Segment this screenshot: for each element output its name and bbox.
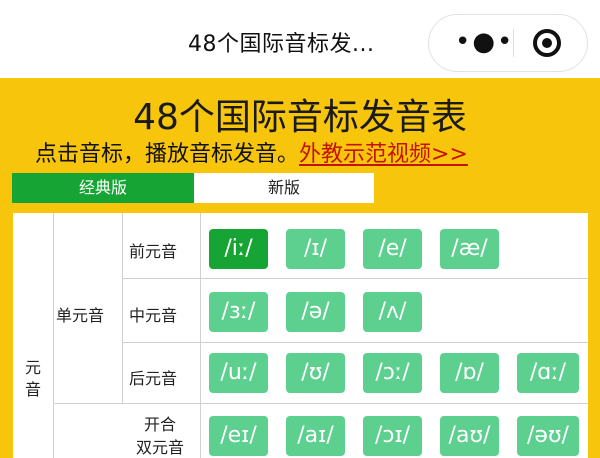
mini-program-navbar: 48个国际音标发... •●•: [0, 0, 600, 78]
grid-line: [122, 342, 588, 343]
phoneme-button[interactable]: /əʊ/: [517, 416, 579, 456]
more-dots-icon[interactable]: •●•: [455, 29, 512, 57]
phoneme-button[interactable]: /aʊ/: [440, 416, 499, 456]
phoneme-button[interactable]: /ɑː/: [517, 353, 579, 393]
video-link[interactable]: 外教示范视频>>: [299, 142, 468, 167]
grid-line: [122, 213, 123, 403]
phoneme-button[interactable]: /ə/: [286, 292, 345, 332]
row-label-central: 中元音: [129, 306, 178, 325]
phoneme-button[interactable]: /uː/: [209, 353, 268, 393]
category-vowel-bottom: 音: [25, 380, 42, 399]
row-label-diphthong-2: 双元音: [136, 438, 185, 457]
tab-new[interactable]: 新版: [194, 173, 374, 203]
grid-line: [53, 403, 588, 404]
phoneme-button[interactable]: /æ/: [440, 229, 499, 269]
phoneme-button[interactable]: /e/: [363, 229, 422, 269]
phonetic-table: 元 音 单元音 前元音 中元音 后元音 开合 双元音 /iː/ /ɪ/ /e/ …: [13, 213, 588, 458]
row-label-diphthong-1: 开合: [144, 415, 177, 434]
page-title: 48个国际音标发...: [188, 32, 375, 57]
phoneme-button[interactable]: /ɔɪ/: [363, 416, 422, 456]
category-vowel-top: 元: [25, 358, 42, 377]
instruction-line: 点击音标，播放音标发音。外教示范视频>>: [35, 136, 468, 168]
instruction-text: 点击音标，播放音标发音。: [35, 142, 300, 167]
grid-line: [200, 213, 201, 458]
capsule-menu: •●•: [428, 14, 588, 72]
tab-classic[interactable]: 经典版: [12, 173, 194, 203]
target-icon[interactable]: [533, 29, 561, 57]
phoneme-button[interactable]: /ɪ/: [286, 229, 345, 269]
phoneme-button[interactable]: /ʊ/: [286, 353, 345, 393]
subcategory-monophthong: 单元音: [56, 306, 105, 325]
grid-line: [122, 278, 588, 279]
phoneme-button[interactable]: /ɜː/: [209, 292, 268, 332]
phoneme-button[interactable]: /aɪ/: [286, 416, 345, 456]
phoneme-button[interactable]: /ɔː/: [363, 353, 422, 393]
phoneme-button[interactable]: /eɪ/: [209, 416, 268, 456]
row-label-back: 后元音: [129, 369, 178, 388]
phoneme-button[interactable]: /iː/: [209, 229, 268, 269]
phoneme-button[interactable]: /ɒ/: [440, 353, 499, 393]
capsule-divider: [513, 29, 514, 57]
main-heading: 48个国际音标发音表: [133, 97, 467, 138]
row-label-front: 前元音: [129, 242, 178, 261]
grid-line: [53, 213, 54, 458]
phoneme-button[interactable]: /ʌ/: [363, 292, 422, 332]
